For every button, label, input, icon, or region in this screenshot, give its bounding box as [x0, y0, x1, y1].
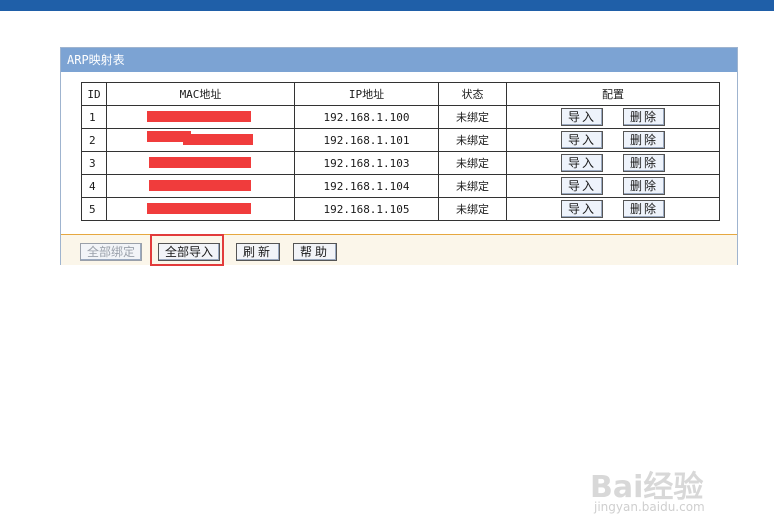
col-header-mac: MAC地址: [106, 82, 295, 106]
table-header-row: ID MAC地址 IP地址 状态 配置: [81, 82, 720, 106]
panel-title: ARP映射表: [61, 48, 737, 72]
redaction-block: [147, 203, 251, 214]
table-row: 4 192.168.1.104 未绑定 导入 删除: [81, 174, 720, 198]
ip-cell: 192.168.1.103: [294, 151, 439, 175]
highlight-box: [150, 234, 224, 266]
status-cell: 未绑定: [438, 197, 507, 221]
top-bar: [0, 0, 774, 11]
baidu-watermark: Bai经验 jingyan.baidu.com: [590, 462, 760, 518]
redaction-block: [183, 134, 253, 145]
redaction-block: [149, 157, 251, 168]
delete-button[interactable]: 删除: [623, 154, 666, 172]
watermark-url: jingyan.baidu.com: [594, 500, 705, 514]
delete-button[interactable]: 删除: [623, 177, 666, 195]
status-cell: 未绑定: [438, 174, 507, 198]
mac-cell: [106, 197, 295, 221]
status-cell: 未绑定: [438, 105, 507, 129]
delete-button[interactable]: 删除: [623, 108, 666, 126]
redaction-block: [149, 180, 251, 191]
delete-button[interactable]: 删除: [623, 200, 666, 218]
delete-button[interactable]: 删除: [623, 131, 666, 149]
config-cell: 导入 删除: [506, 197, 720, 221]
row-id: 1: [81, 105, 107, 129]
mac-cell: [106, 105, 295, 129]
ip-cell: 192.168.1.100: [294, 105, 439, 129]
import-button[interactable]: 导入: [560, 177, 603, 195]
redaction-block: [147, 111, 251, 122]
table-row: 2 192.168.1.101 未绑定 导入 删除: [81, 128, 720, 152]
table-row: 3 192.168.1.103 未绑定 导入 删除: [81, 151, 720, 175]
import-button[interactable]: 导入: [560, 200, 603, 218]
refresh-button[interactable]: 刷新: [236, 243, 281, 261]
status-cell: 未绑定: [438, 151, 507, 175]
row-id: 5: [81, 197, 107, 221]
mac-cell: [106, 151, 295, 175]
row-id: 2: [81, 128, 107, 152]
row-id: 3: [81, 151, 107, 175]
col-header-id: ID: [81, 82, 107, 106]
ip-cell: 192.168.1.105: [294, 197, 439, 221]
config-cell: 导入 删除: [506, 174, 720, 198]
col-header-ip: IP地址: [294, 82, 439, 106]
mac-cell: [106, 174, 295, 198]
config-cell: 导入 删除: [506, 128, 720, 152]
bind-all-button[interactable]: 全部绑定: [80, 243, 143, 261]
status-cell: 未绑定: [438, 128, 507, 152]
col-header-status: 状态: [438, 82, 507, 106]
help-button[interactable]: 帮助: [293, 243, 338, 261]
arp-panel: ARP映射表 ID MAC地址 IP地址 状态 配置 1 192.168.1.1…: [60, 47, 738, 265]
import-button[interactable]: 导入: [560, 154, 603, 172]
config-cell: 导入 删除: [506, 105, 720, 129]
ip-cell: 192.168.1.101: [294, 128, 439, 152]
arp-table: ID MAC地址 IP地址 状态 配置 1 192.168.1.100 未绑定 …: [81, 82, 720, 221]
import-button[interactable]: 导入: [560, 131, 603, 149]
config-cell: 导入 删除: [506, 151, 720, 175]
ip-cell: 192.168.1.104: [294, 174, 439, 198]
import-button[interactable]: 导入: [560, 108, 603, 126]
row-id: 4: [81, 174, 107, 198]
table-row: 1 192.168.1.100 未绑定 导入 删除: [81, 105, 720, 129]
col-header-config: 配置: [506, 82, 720, 106]
table-row: 5 192.168.1.105 未绑定 导入 删除: [81, 197, 720, 221]
mac-cell: [106, 128, 295, 152]
panel-body: ID MAC地址 IP地址 状态 配置 1 192.168.1.100 未绑定 …: [61, 72, 737, 234]
